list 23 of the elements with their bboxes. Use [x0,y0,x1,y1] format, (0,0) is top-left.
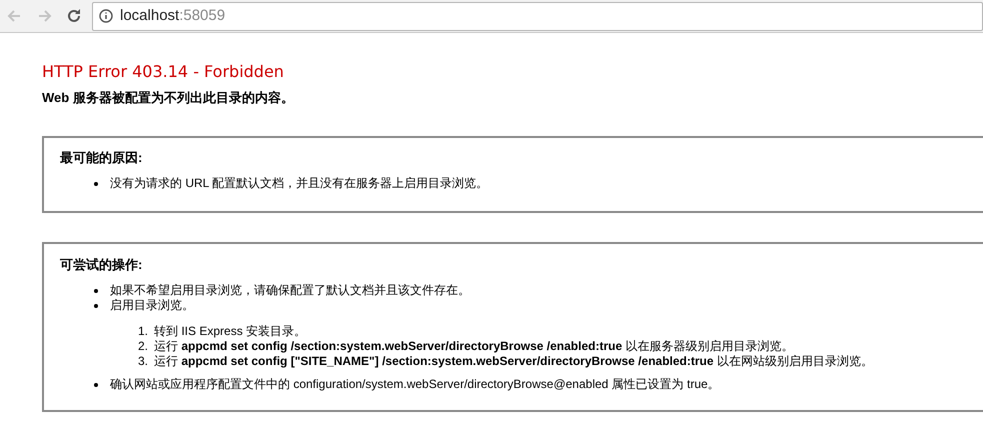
bullet-icon [94,383,98,387]
address-bar[interactable]: localhost:58059 [92,2,983,30]
list-item-text: 如果不希望启用目录浏览，请确保配置了默认文档并且该文件存在。 [110,283,470,298]
list-item-text: 启用目录浏览。 [110,298,194,313]
bullet-icon [94,182,98,186]
panel-heading: 最可能的原因: [60,150,144,166]
address-host: localhost [120,6,180,26]
step-text: 运行 appcmd set config /section:system.webServer/directoryBrowse /enabled:true 以在服务器级别启用目录浏览。 [154,339,794,354]
bullet-icon [94,289,98,293]
step-number: 1. [136,324,148,339]
panel-heading: 可尝试的操作: [60,257,144,273]
error-subtitle: Web 服务器被配置为不列出此目录的内容。 [42,90,295,106]
step-number: 2. [136,339,148,354]
bullet-icon [94,304,98,308]
step-number: 3. [136,354,148,369]
address-port: :58059 [179,6,226,26]
step-text: 运行 appcmd set config ["SITE_NAME"] /section:system.webServer/directoryBrowse /enabled:true 以在网站级别启用目录浏览。 [154,354,873,369]
list-item-text: 确认网站或应用程序配置文件中的 configuration/system.webServer/directoryBrowse@enabled 属性已设置为 true。 [110,377,720,392]
list-item-text: 没有为请求的 URL 配置默认文档，并且没有在服务器上启用目录浏览。 [110,176,488,191]
step-text: 转到 IIS Express 安装目录。 [154,324,306,339]
info-icon[interactable] [99,9,113,23]
error-title: HTTP Error 403.14 - Forbidden [42,62,285,82]
reload-icon[interactable] [66,8,82,24]
